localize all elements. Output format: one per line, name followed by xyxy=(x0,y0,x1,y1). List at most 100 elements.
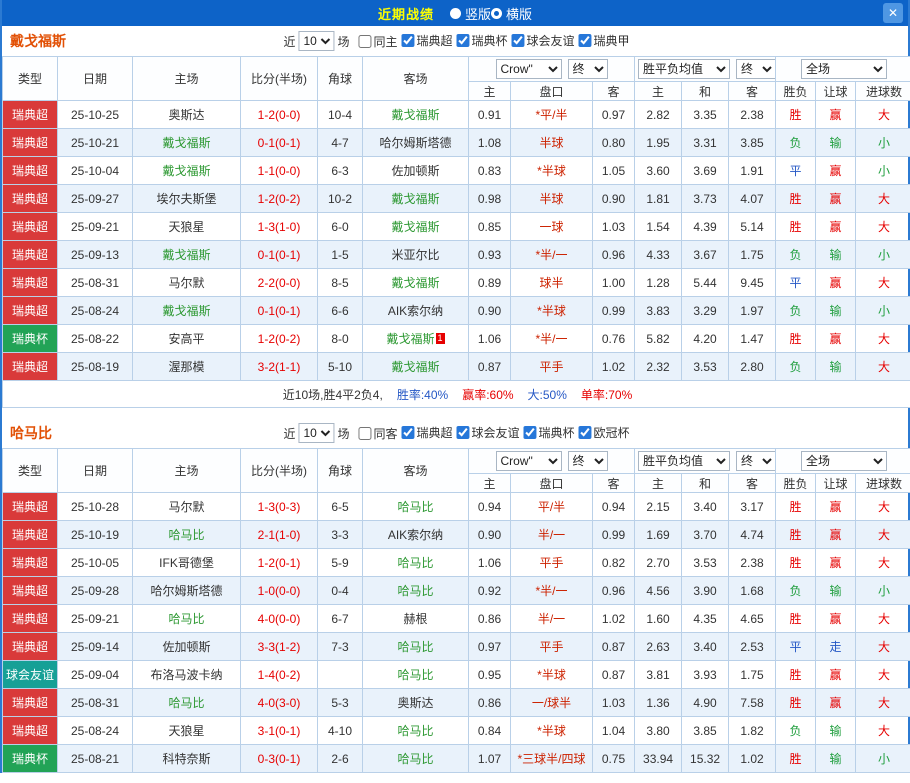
league-filter-checkbox[interactable] xyxy=(579,34,592,47)
home-team-cell: 哈马比 xyxy=(133,521,241,549)
handicap-result-cell: 输 xyxy=(816,577,856,605)
match-row: 瑞典超25-10-21戴戈福斯0-1(0-1)4-7哈尔姆斯塔德1.08半球0.… xyxy=(3,129,910,157)
score-cell: 0-1(0-1) xyxy=(241,129,318,157)
radio-label-text[interactable]: 横版 xyxy=(506,4,532,23)
corners-cell: 7-3 xyxy=(318,633,363,661)
same-venue-checkbox[interactable] xyxy=(358,427,371,440)
goals-result-cell: 大 xyxy=(856,493,910,521)
matches-table: 类型日期主场比分(半场)角球客场Crow"终胜平负均值终全场 主盘口客主和客胜负… xyxy=(2,448,910,773)
bookmaker-select[interactable]: Crow" xyxy=(496,451,562,471)
date-cell: 25-09-21 xyxy=(58,605,133,633)
summary-stat: 赢率:60% xyxy=(462,388,513,402)
home-team-cell: 哈马比 xyxy=(133,689,241,717)
score-cell: 1-2(0-1) xyxy=(241,549,318,577)
ah-home-odds-cell: 0.92 xyxy=(469,577,511,605)
match-scope-select[interactable]: 全场 xyxy=(801,451,887,471)
column-header: 比分(半场) xyxy=(241,57,318,101)
corners-cell: 6-7 xyxy=(318,605,363,633)
match-row: 瑞典杯25-08-21科特奈斯0-3(0-1)2-6哈马比1.07*三球半/四球… xyxy=(3,745,910,773)
odds-time-select[interactable]: 终 xyxy=(568,59,608,79)
league-filter-球会友谊[interactable]: 球会友谊 xyxy=(512,32,575,49)
home-team-cell: IFK哥德堡 xyxy=(133,549,241,577)
league-filter-瑞典超[interactable]: 瑞典超 xyxy=(401,32,452,49)
away-win-odds-cell: 1.82 xyxy=(729,717,776,745)
radio-horizontal-layout[interactable]: 横版 xyxy=(491,4,532,23)
radio-label-text[interactable]: 竖版 xyxy=(465,4,491,23)
home-team-cell: 哈马比 xyxy=(133,605,241,633)
draw-odds-cell: 3.69 xyxy=(682,157,729,185)
result-cell: 平 xyxy=(776,633,816,661)
ah-home-odds-cell: 0.98 xyxy=(469,185,511,213)
home-win-odds-cell: 4.56 xyxy=(635,577,682,605)
corners-cell: 10-2 xyxy=(318,185,363,213)
league-filter-瑞典超[interactable]: 瑞典超 xyxy=(401,424,452,441)
league-filter-checkbox[interactable] xyxy=(524,426,537,439)
team-name: 戴戈福斯 xyxy=(10,31,66,51)
home-team-cell: 布洛马波卡纳 xyxy=(133,661,241,689)
same-venue-filter[interactable]: 同客 xyxy=(358,425,397,442)
recent-label: 近 xyxy=(283,33,295,50)
close-button[interactable]: ✕ xyxy=(883,3,903,23)
league-type-cell: 瑞典杯 xyxy=(3,325,58,353)
column-header: 类型 xyxy=(3,449,58,493)
league-filter-球会友谊[interactable]: 球会友谊 xyxy=(457,424,520,441)
score-cell: 1-1(0-0) xyxy=(241,157,318,185)
goals-result-cell: 大 xyxy=(856,185,910,213)
column-header: 客场 xyxy=(363,449,469,493)
home-win-odds-cell: 1.54 xyxy=(635,213,682,241)
recent-count-select[interactable]: 10 xyxy=(298,31,334,51)
bookmaker-select[interactable]: Crow" xyxy=(496,59,562,79)
away-team-cell: 哈马比 xyxy=(363,493,469,521)
away-team-cell: 米亚尔比 xyxy=(363,241,469,269)
league-filter-checkbox[interactable] xyxy=(401,426,414,439)
league-filter-label: 球会友谊 xyxy=(472,424,520,441)
handicap-result-cell: 赢 xyxy=(816,521,856,549)
home-team-cell: 马尔默 xyxy=(133,493,241,521)
date-cell: 25-10-28 xyxy=(58,493,133,521)
score-cell: 1-3(0-3) xyxy=(241,493,318,521)
same-venue-checkbox[interactable] xyxy=(358,35,371,48)
league-filter-瑞典杯[interactable]: 瑞典杯 xyxy=(524,424,575,441)
home-win-odds-cell: 1.36 xyxy=(635,689,682,717)
handicap-result-cell: 赢 xyxy=(816,689,856,717)
column-subheader: 主 xyxy=(635,82,682,101)
radio-icon[interactable] xyxy=(450,8,461,19)
league-type-cell: 瑞典超 xyxy=(3,129,58,157)
league-filter-瑞典杯[interactable]: 瑞典杯 xyxy=(457,32,508,49)
score-cell: 0-1(0-1) xyxy=(241,241,318,269)
avg-odds-select[interactable]: 胜平负均值 xyxy=(638,451,730,471)
odds-time-select-2[interactable]: 终 xyxy=(736,451,776,471)
away-win-odds-cell: 1.75 xyxy=(729,241,776,269)
league-filter-checkbox[interactable] xyxy=(401,34,414,47)
league-filter-欧冠杯[interactable]: 欧冠杯 xyxy=(579,424,630,441)
ah-home-odds-cell: 0.86 xyxy=(469,605,511,633)
away-team-cell: 戴戈福斯 xyxy=(363,185,469,213)
filter-group: 近 10 场 同客 瑞典超球会友谊瑞典杯欧冠杯 xyxy=(280,423,629,443)
home-win-odds-cell: 4.33 xyxy=(635,241,682,269)
column-subheader: 主 xyxy=(469,82,511,101)
corners-cell: 5-3 xyxy=(318,689,363,717)
goals-result-cell: 小 xyxy=(856,129,910,157)
match-row: 瑞典超25-09-13戴戈福斯0-1(0-1)1-5米亚尔比0.93*半/一0.… xyxy=(3,241,910,269)
league-filter-瑞典甲[interactable]: 瑞典甲 xyxy=(579,32,630,49)
league-filter-checkbox[interactable] xyxy=(512,34,525,47)
handicap-result-cell: 输 xyxy=(816,129,856,157)
recent-count-select[interactable]: 10 xyxy=(298,423,334,443)
match-scope-select[interactable]: 全场 xyxy=(801,59,887,79)
corners-cell: 4-7 xyxy=(318,129,363,157)
odds-time-select[interactable]: 终 xyxy=(568,451,608,471)
odds-time-select-2[interactable]: 终 xyxy=(736,59,776,79)
handicap-result-cell: 赢 xyxy=(816,185,856,213)
league-type-cell: 瑞典超 xyxy=(3,717,58,745)
result-cell: 平 xyxy=(776,157,816,185)
radio-vertical-layout[interactable]: 竖版 xyxy=(450,4,491,23)
same-venue-filter[interactable]: 同主 xyxy=(358,33,397,50)
result-cell: 胜 xyxy=(776,493,816,521)
league-filter-checkbox[interactable] xyxy=(457,34,470,47)
league-filter-checkbox[interactable] xyxy=(579,426,592,439)
handicap-cell: 一/球半 xyxy=(511,689,593,717)
avg-odds-select[interactable]: 胜平负均值 xyxy=(638,59,730,79)
league-filter-checkbox[interactable] xyxy=(457,426,470,439)
radio-icon[interactable] xyxy=(491,8,502,19)
ah-away-odds-cell: 1.00 xyxy=(593,269,635,297)
